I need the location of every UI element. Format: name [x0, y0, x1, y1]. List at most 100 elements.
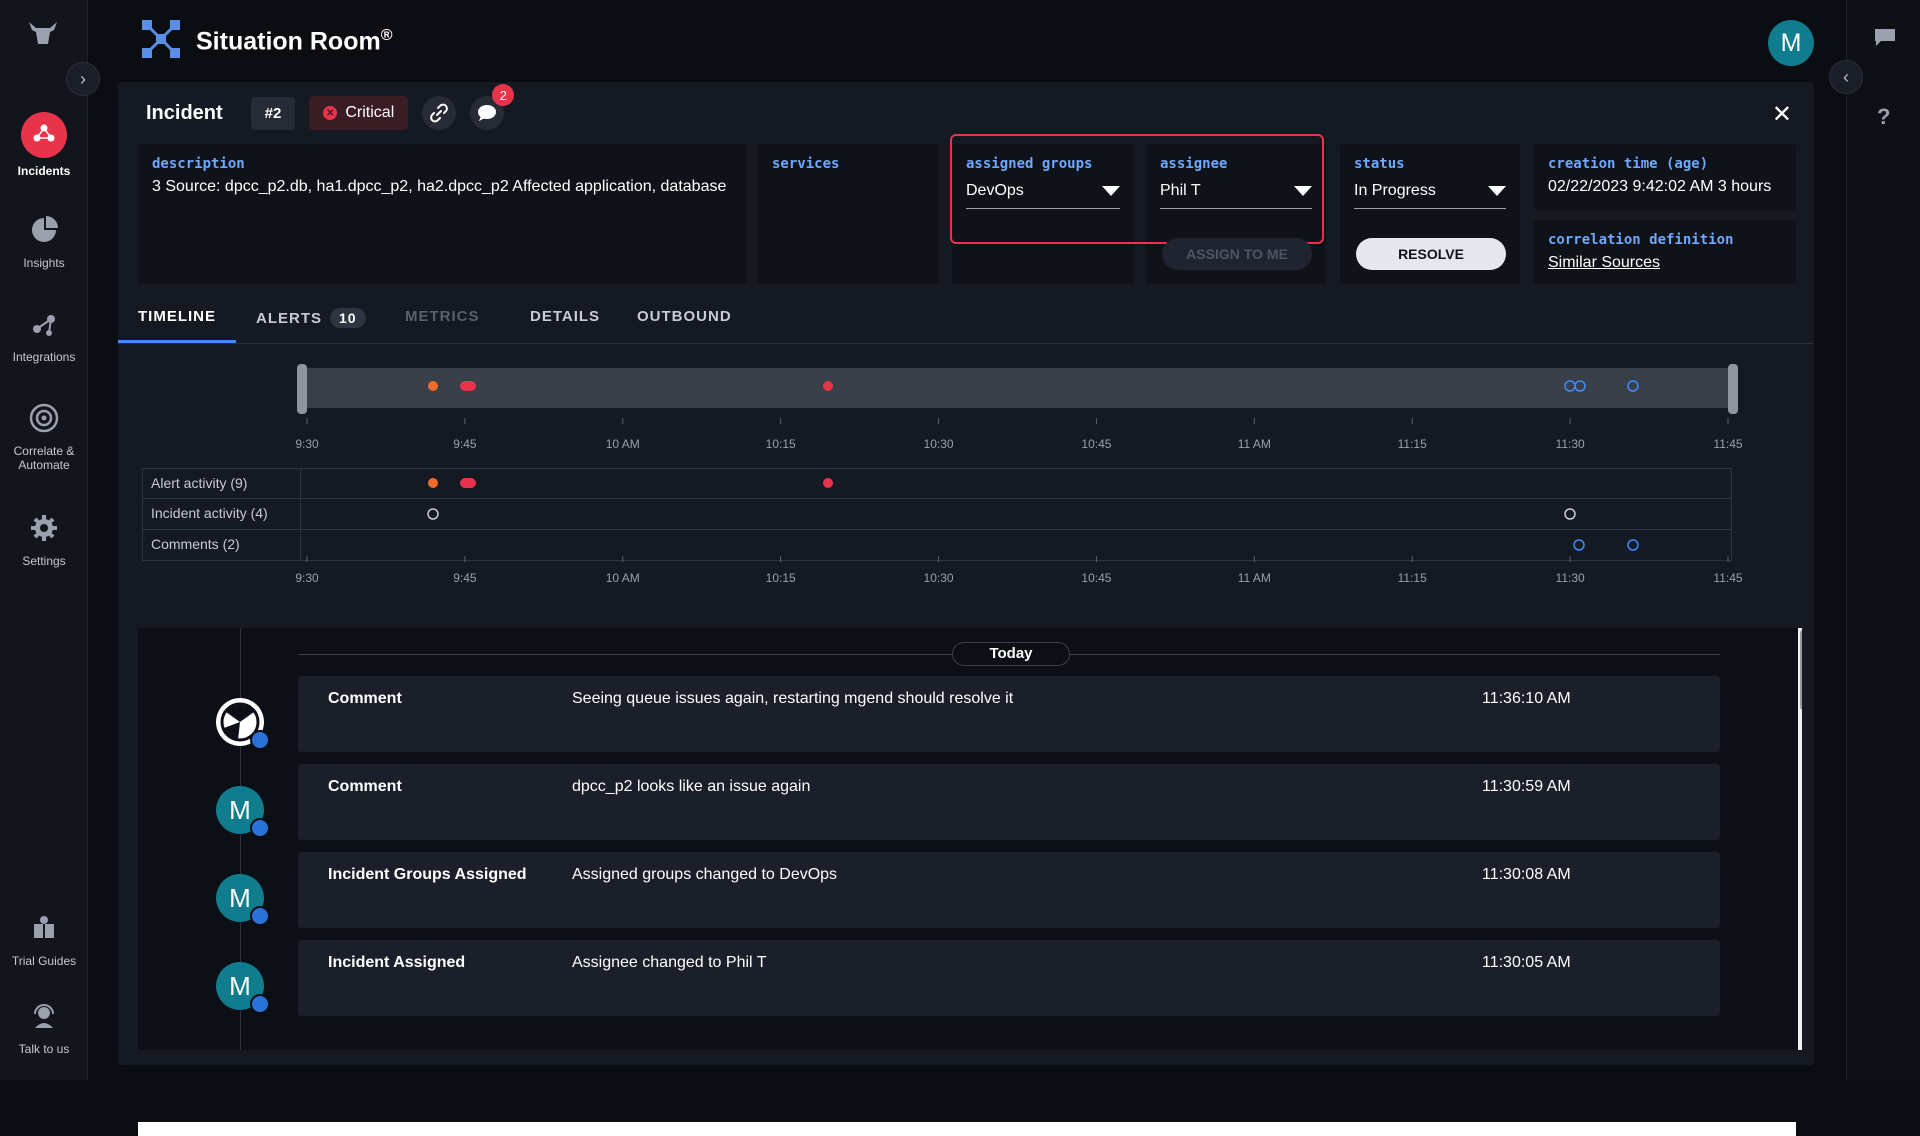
tab-alerts[interactable]: ALERTS 10 — [256, 308, 366, 328]
axis-tick-label: 10:30 — [924, 571, 954, 585]
event-marker[interactable] — [1564, 508, 1576, 520]
entry-time: 11:30:05 AM — [1482, 954, 1571, 971]
gear-icon — [24, 508, 64, 548]
scrubber-tick-label: 9:45 — [453, 437, 477, 451]
status-value: In Progress — [1354, 182, 1436, 199]
incident-header: Incident #2 ✕ Critical 2 — [146, 84, 515, 130]
pie-chart-icon — [24, 210, 64, 250]
services-label: services — [772, 156, 840, 172]
nav-item-settings[interactable]: Settings — [0, 508, 88, 568]
scrubber-tick-label: 9:30 — [295, 437, 319, 451]
incident-id-badge: #2 — [250, 96, 296, 130]
nav-label-trial-guides: Trial Guides — [11, 954, 77, 968]
nav-item-incidents[interactable]: Incidents — [0, 112, 88, 178]
event-marker[interactable] — [823, 478, 833, 488]
scrubber-tick-label: 11:15 — [1398, 437, 1427, 451]
status-label: status — [1354, 156, 1405, 172]
link-button[interactable] — [422, 96, 457, 130]
alerts-count-badge: 10 — [330, 308, 366, 328]
entry-type: Incident Assigned — [328, 954, 466, 971]
entry-time: 11:30:59 AM — [1482, 778, 1571, 795]
critical-icon: ✕ — [323, 106, 338, 120]
comments-button[interactable]: 2 — [470, 84, 515, 130]
tab-details[interactable]: DETAILS — [530, 308, 600, 325]
comment-icon — [250, 906, 270, 926]
entry-message: Seeing queue issues again, restarting mg… — [572, 690, 1014, 707]
event-marker[interactable] — [460, 381, 476, 391]
app-title-text: Situation Room — [196, 27, 381, 56]
correlation-field: correlation definition Similar Sources — [1534, 220, 1796, 284]
tab-alerts-label: ALERTS — [256, 310, 322, 327]
link-icon — [430, 103, 449, 123]
axis-tick-label: 11 AM — [1238, 571, 1271, 585]
axis-tick-label: 10:45 — [1081, 571, 1111, 585]
entry-time: 11:30:08 AM — [1482, 866, 1571, 883]
help-icon[interactable]: ? — [1877, 104, 1890, 130]
nav-label-settings: Settings — [22, 554, 66, 568]
tab-bar: TIMELINE ALERTS 10 METRICS DETAILS OUTBOU… — [118, 298, 1814, 344]
feed-scrollbar[interactable] — [1798, 628, 1802, 1050]
tab-outbound[interactable]: OUTBOUND — [637, 308, 732, 325]
user-avatar[interactable]: M — [1768, 20, 1814, 66]
assign-to-me-button[interactable]: ASSIGN TO ME — [1162, 238, 1312, 270]
target-icon — [24, 398, 64, 438]
avatar: M — [216, 786, 270, 838]
incidents-icon — [21, 112, 67, 158]
feed-bottom-edge — [138, 1122, 1796, 1136]
nav-item-insights[interactable]: Insights — [0, 210, 88, 270]
situation-room-logo-icon — [140, 18, 182, 65]
entry-type: Comment — [328, 778, 402, 795]
axis-tick-label: 9:45 — [453, 571, 477, 585]
close-icon[interactable]: ✕ — [1772, 100, 1792, 129]
nav-item-trial-guides[interactable]: Trial Guides — [0, 908, 88, 968]
nav-label-integrations: Integrations — [12, 350, 76, 364]
event-marker[interactable] — [427, 508, 439, 520]
support-icon — [24, 996, 64, 1036]
nav-label-incidents: Incidents — [17, 164, 71, 178]
event-marker[interactable] — [1573, 539, 1585, 551]
feed-entry: Comment Seeing queue issues again, resta… — [298, 676, 1720, 752]
app-title: Situation Room® — [196, 27, 393, 56]
event-marker[interactable] — [428, 478, 438, 488]
chevron-down-icon — [1488, 186, 1506, 196]
nav-item-talk-to-us[interactable]: Talk to us — [0, 996, 88, 1056]
nav-label-correlate: Correlate & — [13, 444, 75, 458]
event-marker[interactable] — [460, 478, 476, 488]
comment-icon — [478, 105, 497, 121]
activity-feed: Today Comment Seeing queue issues again,… — [138, 628, 1802, 1050]
chat-icon[interactable] — [1873, 26, 1897, 53]
scrubber-left-handle[interactable] — [297, 364, 307, 414]
axis-tick-label: 11:45 — [1713, 571, 1742, 585]
comment-icon — [250, 730, 270, 750]
scrubber-tick-label: 11:30 — [1556, 437, 1585, 451]
event-marker[interactable] — [1627, 539, 1639, 551]
scrubber-right-handle[interactable] — [1728, 364, 1738, 414]
event-marker[interactable] — [823, 381, 833, 391]
status-select[interactable]: In Progress — [1354, 182, 1506, 209]
avatar-initial: M — [229, 970, 251, 1001]
comment-icon — [250, 818, 270, 838]
nav-label-automate: Automate — [18, 458, 70, 472]
resolve-button[interactable]: RESOLVE — [1356, 238, 1506, 270]
timeline-scrubber[interactable]: 9:30 9:45 10 AM 10:15 10:30 10:45 11 AM 11:15 11… — [118, 344, 1814, 464]
entry-type: Comment — [328, 690, 402, 707]
nav-label-talk-to-us: Talk to us — [18, 1042, 70, 1056]
correlation-label: correlation definition — [1548, 232, 1734, 248]
collapse-rail-button[interactable]: ‹ — [1829, 60, 1863, 94]
feed-scrollbar-thumb[interactable] — [1800, 630, 1802, 710]
severity-label: Critical — [345, 104, 395, 121]
nav-item-integrations[interactable]: Integrations — [0, 304, 88, 364]
description-field: description 3 Source: dpcc_p2.db, ha1.dp… — [138, 144, 746, 284]
expand-nav-button[interactable]: › — [66, 62, 100, 96]
tab-timeline[interactable]: TIMELINE — [138, 308, 216, 325]
event-marker[interactable] — [428, 381, 438, 391]
bull-logo-icon[interactable] — [26, 18, 60, 48]
avatar-initial: M — [229, 794, 251, 825]
brand: Situation Room® — [140, 18, 393, 65]
avatar: M — [216, 962, 270, 1014]
entry-message: dpcc_p2 looks like an issue again — [572, 778, 811, 795]
entry-message: Assigned groups changed to DevOps — [572, 866, 838, 883]
correlation-link[interactable]: Similar Sources — [1548, 254, 1782, 272]
creation-time-value: 02/22/2023 9:42:02 AM 3 hours — [1548, 178, 1772, 195]
nav-item-correlate[interactable]: Correlate & Automate — [0, 398, 88, 472]
